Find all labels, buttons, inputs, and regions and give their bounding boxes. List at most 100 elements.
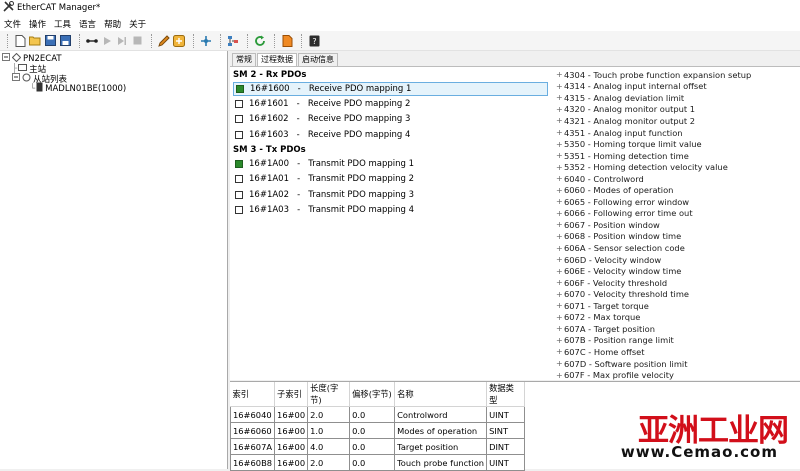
expand-plus-icon[interactable]: + bbox=[556, 313, 564, 322]
collapse-icon[interactable] bbox=[2, 53, 10, 64]
save-icon[interactable] bbox=[44, 35, 56, 47]
object-list-item[interactable]: +6070 - Velocity threshold time bbox=[556, 288, 689, 300]
pdo-checkbox[interactable] bbox=[235, 100, 243, 108]
config-icon[interactable] bbox=[173, 34, 185, 47]
save-as-icon[interactable] bbox=[59, 35, 71, 47]
menu-help[interactable]: 帮助 bbox=[104, 18, 121, 30]
object-list-item[interactable]: +606E - Velocity window time bbox=[556, 265, 681, 277]
pdo-row-1a01[interactable]: 16#1A01 - Transmit PDO mapping 2 bbox=[235, 172, 414, 186]
expand-plus-icon[interactable]: + bbox=[556, 359, 564, 368]
object-list-item[interactable]: +6071 - Target torque bbox=[556, 300, 649, 312]
menu-operation[interactable]: 操作 bbox=[29, 18, 46, 30]
object-list-item[interactable]: +607C - Home offset bbox=[556, 346, 645, 358]
stop-icon[interactable] bbox=[131, 35, 143, 47]
expand-plus-icon[interactable]: + bbox=[556, 197, 564, 206]
table-row[interactable]: 16#6040 16#00 2.0 0.0 Controlword UINT bbox=[229, 406, 526, 423]
column-header-datatype[interactable]: 数据类型 bbox=[486, 382, 526, 407]
object-list-item[interactable]: +5352 - Homing detection velocity value bbox=[556, 161, 728, 173]
object-list-item[interactable]: +607B - Position range limit bbox=[556, 335, 674, 347]
expand-plus-icon[interactable]: + bbox=[556, 82, 564, 91]
pdo-checkbox[interactable] bbox=[235, 191, 243, 199]
table-row[interactable]: 16#60B8 16#00 2.0 0.0 Touch probe functi… bbox=[229, 454, 526, 471]
pdo-checkbox[interactable] bbox=[235, 175, 243, 183]
expand-plus-icon[interactable]: + bbox=[556, 163, 564, 172]
object-list-item[interactable]: +4304 - Touch probe function expansion s… bbox=[556, 69, 751, 81]
menu-language[interactable]: 语言 bbox=[79, 18, 96, 30]
expand-plus-icon[interactable]: + bbox=[556, 371, 564, 380]
expand-plus-icon[interactable]: + bbox=[556, 290, 564, 299]
help-icon[interactable]: ? bbox=[308, 35, 320, 47]
pdo-checkbox[interactable] bbox=[235, 131, 243, 139]
expand-plus-icon[interactable]: + bbox=[556, 232, 564, 241]
object-list-item[interactable]: +606A - Sensor selection code bbox=[556, 242, 685, 254]
column-header-name[interactable]: 名称 bbox=[394, 382, 488, 407]
object-list-item[interactable]: +607A - Target position bbox=[556, 323, 655, 335]
object-list-item[interactable]: +6065 - Following error window bbox=[556, 196, 689, 208]
expand-plus-icon[interactable]: + bbox=[556, 347, 564, 356]
object-list-item[interactable]: +606D - Velocity window bbox=[556, 254, 661, 266]
open-folder-icon[interactable] bbox=[29, 35, 41, 47]
object-list-item[interactable]: +4320 - Analog monitor output 1 bbox=[556, 104, 695, 116]
new-file-icon[interactable] bbox=[14, 34, 26, 47]
network-scan-icon[interactable] bbox=[200, 35, 212, 47]
menu-about[interactable]: 关于 bbox=[129, 18, 146, 30]
pen-edit-icon[interactable] bbox=[158, 34, 170, 47]
pdo-row-1a02[interactable]: 16#1A02 - Transmit PDO mapping 3 bbox=[235, 188, 414, 202]
pdo-row-1602[interactable]: 16#1602 - Receive PDO mapping 3 bbox=[235, 112, 410, 126]
pdo-row-1601[interactable]: 16#1601 - Receive PDO mapping 2 bbox=[235, 97, 410, 111]
pdo-row-1603[interactable]: 16#1603 - Receive PDO mapping 4 bbox=[235, 128, 410, 142]
pdo-row-1600[interactable]: 16#1600 - Receive PDO mapping 1 bbox=[233, 82, 548, 96]
expand-plus-icon[interactable]: + bbox=[556, 116, 564, 125]
column-header-subindex[interactable]: 子索引 bbox=[274, 382, 309, 407]
expand-plus-icon[interactable]: + bbox=[556, 70, 564, 79]
column-header-offset[interactable]: 偏移(字节) bbox=[349, 382, 396, 407]
expand-plus-icon[interactable]: + bbox=[556, 128, 564, 137]
tab-process-data[interactable]: 过程数据 bbox=[257, 53, 297, 66]
menu-file[interactable]: 文件 bbox=[4, 18, 21, 30]
step-play-icon[interactable] bbox=[116, 35, 128, 47]
tab-general[interactable]: 常规 bbox=[232, 53, 256, 66]
expand-plus-icon[interactable]: + bbox=[556, 278, 564, 287]
object-list-item[interactable]: +4314 - Analog input internal offset bbox=[556, 81, 707, 93]
object-list-item[interactable]: +6066 - Following error time out bbox=[556, 208, 693, 220]
expand-plus-icon[interactable]: + bbox=[556, 324, 564, 333]
expand-plus-icon[interactable]: + bbox=[556, 244, 564, 253]
object-list-item[interactable]: +6068 - Position window time bbox=[556, 231, 681, 243]
connect-icon[interactable] bbox=[86, 35, 98, 47]
pdo-checkbox[interactable] bbox=[235, 206, 243, 214]
expand-plus-icon[interactable]: + bbox=[556, 336, 564, 345]
expand-plus-icon[interactable]: + bbox=[556, 151, 564, 160]
object-list-item[interactable]: +5351 - Homing detection time bbox=[556, 150, 689, 162]
expand-plus-icon[interactable]: + bbox=[556, 301, 564, 310]
menu-tools[interactable]: 工具 bbox=[54, 18, 71, 30]
expand-plus-icon[interactable]: + bbox=[556, 93, 564, 102]
expand-plus-icon[interactable]: + bbox=[556, 174, 564, 183]
object-list-item[interactable]: +606F - Velocity threshold bbox=[556, 277, 667, 289]
object-list-item[interactable]: +607F - Max profile velocity bbox=[556, 369, 674, 381]
object-list-item[interactable]: +4315 - Analog deviation limit bbox=[556, 92, 684, 104]
object-list-item[interactable]: +4351 - Analog input function bbox=[556, 127, 683, 139]
table-row[interactable]: 16#6060 16#00 1.0 0.0 Modes of operation… bbox=[229, 422, 526, 439]
expand-plus-icon[interactable]: + bbox=[556, 220, 564, 229]
expand-plus-icon[interactable]: + bbox=[556, 209, 564, 218]
expand-plus-icon[interactable]: + bbox=[556, 255, 564, 264]
pdo-row-1a03[interactable]: 16#1A03 - Transmit PDO mapping 4 bbox=[235, 203, 414, 217]
expand-plus-icon[interactable]: + bbox=[556, 105, 564, 114]
expand-plus-icon[interactable]: + bbox=[556, 267, 564, 276]
expand-plus-icon[interactable]: + bbox=[556, 186, 564, 195]
tree-node-device[interactable]: └ MADLN01BE(1000) bbox=[30, 82, 126, 94]
refresh-icon[interactable] bbox=[254, 35, 266, 47]
document-export-icon[interactable] bbox=[281, 34, 293, 47]
pdo-row-1a00[interactable]: 16#1A00 - Transmit PDO mapping 1 bbox=[235, 157, 414, 171]
pdo-checkbox-checked[interactable] bbox=[235, 160, 243, 168]
collapse-icon[interactable] bbox=[12, 73, 20, 84]
object-list-item[interactable]: +6060 - Modes of operation bbox=[556, 185, 673, 197]
expand-plus-icon[interactable]: + bbox=[556, 140, 564, 149]
object-list-item[interactable]: +6072 - Max torque bbox=[556, 312, 640, 324]
object-list-item[interactable]: +6067 - Position window bbox=[556, 219, 660, 231]
object-list-item[interactable]: +5350 - Homing torque limit value bbox=[556, 138, 702, 150]
object-list-item[interactable]: +607D - Software position limit bbox=[556, 358, 687, 370]
object-list-item[interactable]: +6040 - Controlword bbox=[556, 173, 644, 185]
topology-icon[interactable] bbox=[227, 35, 239, 47]
table-row[interactable]: 16#607A 16#00 4.0 0.0 Target position DI… bbox=[229, 438, 526, 455]
